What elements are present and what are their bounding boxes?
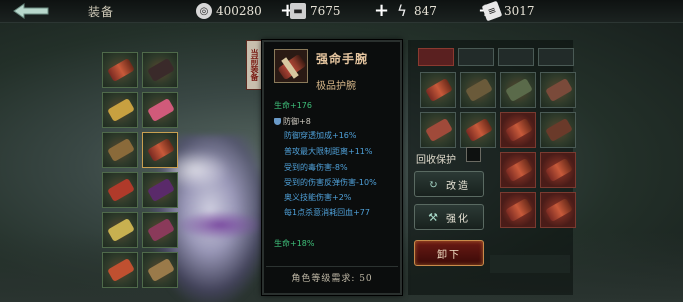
inventory-slot[interactable] [540, 112, 576, 148]
coin-counter: ◎ 400280 + [196, 2, 295, 20]
inventory-slot[interactable] [420, 72, 456, 108]
reforge-label: 改造 [446, 180, 470, 192]
inventory-slot[interactable] [102, 92, 138, 128]
inventory-slot[interactable] [142, 252, 178, 288]
inventory-slot[interactable] [460, 72, 496, 108]
character-cloth [175, 210, 265, 240]
inventory-slot[interactable] [102, 252, 138, 288]
inventory-slot[interactable] [142, 92, 178, 128]
inventory-slot[interactable] [102, 52, 138, 88]
unequip-button[interactable]: 卸下 [414, 240, 484, 266]
inventory-slot[interactable] [102, 212, 138, 248]
item-quality: 极品护腕 [316, 81, 356, 92]
reforge-button[interactable]: ↻ 改造 [414, 171, 484, 197]
blurred-info-strip [490, 255, 570, 273]
inventory-slot[interactable] [102, 172, 138, 208]
inventory-tab[interactable] [498, 48, 534, 66]
inventory-tab[interactable] [538, 48, 574, 66]
inventory-slot[interactable] [142, 52, 178, 88]
inventory-tab[interactable] [418, 48, 454, 66]
stat-text: 防御+8 [283, 117, 311, 126]
stat-line: 普攻最大限制距离+11% [284, 147, 373, 156]
add-ingot-button[interactable]: + [374, 2, 389, 20]
card-divider [266, 266, 398, 267]
ingot-icon: ▬ [290, 3, 306, 19]
inventory-tab[interactable] [458, 48, 494, 66]
ingot-counter: ▬ 7675 + [290, 2, 389, 20]
ticket-value: 3017 [504, 4, 535, 18]
inventory-slot[interactable] [420, 112, 456, 148]
stat-line: 奥义技能伤害+2% [284, 193, 352, 202]
item-icon [274, 49, 308, 83]
inventory-slot[interactable] [500, 72, 536, 108]
recycle-protect-checkbox[interactable] [466, 147, 481, 162]
inventory-slot[interactable] [500, 112, 536, 148]
lightning-icon: ϟ [397, 2, 407, 20]
top-bar: 装备 ◎ 400280 + ▬ 7675 + ϟ 847 + ≡ 3017 [0, 0, 683, 23]
coin-icon: ◎ [196, 3, 212, 19]
page-title: 装备 [88, 5, 115, 19]
enhance-label: 强化 [446, 213, 470, 225]
hammer-icon: ⚒ [428, 210, 440, 224]
refresh-icon: ↻ [428, 177, 440, 191]
item-name: 强命手腕 [316, 52, 369, 66]
recycle-protect-label: 回收保护 [416, 155, 456, 166]
inventory-slot[interactable] [460, 112, 496, 148]
shield-icon [274, 118, 281, 125]
ingot-value: 7675 [310, 4, 341, 18]
back-arrow-icon[interactable] [10, 2, 52, 20]
inventory-slot[interactable] [540, 192, 576, 228]
inventory-slot[interactable] [500, 192, 536, 228]
inventory-slot[interactable] [142, 212, 178, 248]
stat-line: 每1点杀意消耗回血+77 [284, 208, 370, 217]
coin-value: 400280 [216, 4, 262, 18]
inventory-slot[interactable] [540, 152, 576, 188]
inventory-slot[interactable] [540, 72, 576, 108]
stat-line: 生命+18% [274, 239, 315, 248]
inventory-slot[interactable] [500, 152, 536, 188]
level-requirement: 角色等级需求: 50 [291, 274, 373, 284]
ticket-icon: ≡ [481, 0, 503, 22]
inventory-slot[interactable] [142, 172, 178, 208]
stat-line: 受到的毒伤害-8% [284, 163, 348, 172]
inventory-slot[interactable] [102, 132, 138, 168]
energy-value: 847 [414, 4, 437, 18]
stat-line: 生命+176 [274, 101, 312, 110]
ticket-counter: ≡ 3017 [481, 0, 564, 22]
equipped-tag: 当前装备 [246, 40, 263, 90]
inventory-slot[interactable] [142, 132, 178, 168]
stat-line: 防御穿透加成+16% [284, 131, 357, 140]
stat-line: 受到的伤害反弹伤害-10% [284, 178, 377, 187]
right-inventory-tabs [418, 48, 574, 66]
energy-counter: ϟ 847 + [394, 2, 493, 21]
enhance-button[interactable]: ⚒ 强化 [414, 204, 484, 230]
stat-line-defense: 防御+8 [274, 116, 311, 127]
unequip-label: 卸下 [437, 249, 461, 261]
